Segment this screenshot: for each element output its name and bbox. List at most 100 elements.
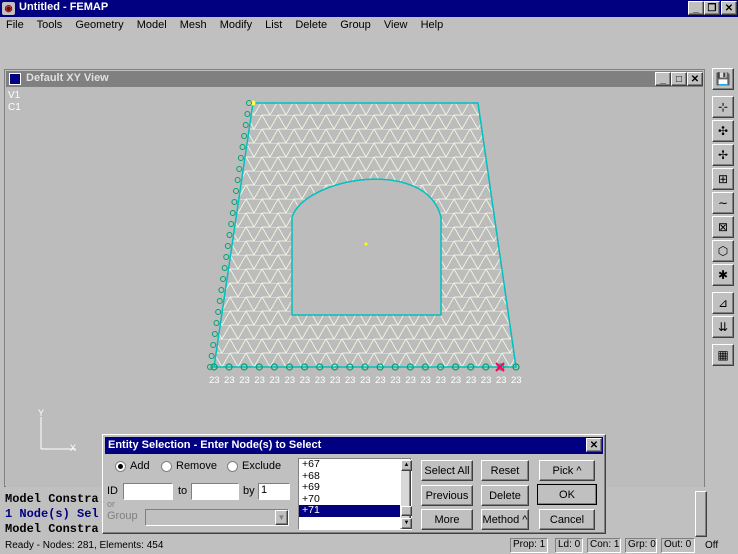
list-scrollbar[interactable]: ▲ ▼ — [400, 459, 412, 529]
scroll-up-icon[interactable]: ▲ — [401, 460, 412, 471]
constraint-marker — [244, 111, 251, 117]
menu-view[interactable]: View — [384, 19, 408, 31]
scroll-down-icon[interactable]: ▼ — [401, 518, 412, 529]
node-label: 23 — [209, 375, 220, 386]
selection-list[interactable]: +67 +68 +69 +70 +71 ▲ ▼ — [298, 458, 412, 530]
constraint-icon[interactable]: ⊿ — [712, 292, 734, 314]
menu-model[interactable]: Model — [137, 19, 167, 31]
view-close-button[interactable]: ✕ — [687, 72, 703, 86]
menu-bar: File Tools Geometry Model Mesh Modify Li… — [6, 19, 453, 35]
node-label: 23 — [480, 375, 492, 386]
constraint-marker — [210, 342, 217, 348]
mesh-icon[interactable]: ✱ — [712, 264, 734, 286]
menu-group[interactable]: Group — [340, 19, 371, 31]
id-from-input[interactable] — [123, 483, 173, 500]
dialog-close-button[interactable]: ✕ — [586, 438, 602, 452]
previous-button[interactable]: Previous — [421, 485, 473, 506]
curve-icon[interactable]: ∼ — [712, 192, 734, 214]
node-label: 23 — [269, 375, 280, 386]
list-item[interactable]: +69 — [299, 481, 411, 494]
reset-button[interactable]: Reset — [481, 460, 529, 481]
node-label: 23 — [420, 375, 431, 386]
app-title-bar: ◉ Untitled - FEMAP _ ❐ ✕ — [0, 0, 738, 17]
constraint-marker — [229, 210, 236, 216]
restore-button[interactable]: ❐ — [704, 1, 720, 15]
solid-tool-icon[interactable]: ⬡ — [712, 240, 734, 262]
view-title: Default XY View — [26, 72, 109, 84]
view-maximize-button[interactable]: □ — [671, 72, 687, 86]
node-label: 23 — [495, 375, 507, 386]
constraint-marker — [216, 298, 223, 304]
id-by-input[interactable]: 1 — [258, 483, 290, 500]
constraint-marker — [237, 155, 244, 161]
menu-mesh[interactable]: Mesh — [180, 19, 207, 31]
method-button[interactable]: Method ^ — [481, 509, 529, 530]
dialog-title-bar: Entity Selection - Enter Node(s) to Sele… — [105, 437, 603, 454]
more-button[interactable]: More — [421, 509, 473, 530]
messages-scrollbar[interactable] — [695, 491, 707, 537]
select-all-button[interactable]: Select All — [421, 460, 473, 481]
node-label: 23 — [329, 375, 341, 386]
constraint-marker — [233, 188, 239, 194]
node-icon[interactable]: ✢ — [712, 144, 734, 166]
mesh-drawing — [40, 100, 520, 450]
list-item[interactable]: +67 — [299, 458, 411, 471]
menu-list[interactable]: List — [265, 19, 282, 31]
menu-tools[interactable]: Tools — [37, 19, 63, 31]
close-button[interactable]: ✕ — [721, 1, 737, 15]
view-title-bar: Default XY View _ □ ✕ — [6, 71, 703, 88]
radio-remove-label: Remove — [176, 460, 217, 472]
node-label: 23 — [239, 375, 250, 386]
cancel-button[interactable]: Cancel — [539, 509, 595, 530]
by-label: by — [243, 485, 255, 497]
load-icon[interactable]: ⇊ — [712, 316, 734, 338]
menu-geometry[interactable]: Geometry — [75, 19, 123, 31]
constraint-marker — [226, 232, 233, 238]
output-icon[interactable]: ▦ — [712, 344, 734, 366]
graphics-canvas[interactable]: V1 C1 23 23 23 23 23 23 23 23 23 23 23 23 23 23 23 23 23… — [6, 87, 704, 487]
radio-remove[interactable]: Remove — [161, 460, 217, 472]
constraint-marker — [242, 122, 249, 128]
menu-file[interactable]: File — [6, 19, 24, 31]
menu-delete[interactable]: Delete — [295, 19, 327, 31]
menu-modify[interactable]: Modify — [220, 19, 252, 31]
node-label: 23 — [375, 375, 386, 386]
list-item[interactable]: +71 — [299, 504, 411, 517]
constraint-marker — [213, 320, 220, 326]
view-minimize-button[interactable]: _ — [655, 72, 671, 86]
femap-app-icon[interactable]: ◉ — [2, 2, 15, 15]
element-icon[interactable]: ⊞ — [712, 168, 734, 190]
node-label: 23 — [254, 375, 265, 386]
node-label: 23 — [465, 375, 477, 386]
constraint-marker — [236, 166, 243, 172]
constraint-marker — [239, 144, 246, 150]
pick-button[interactable]: Pick ^ — [539, 460, 595, 481]
message-line: Model Constra — [5, 492, 99, 506]
id-to-input[interactable] — [191, 483, 239, 500]
group-select[interactable]: ▼ — [145, 509, 289, 526]
point-icon[interactable]: ⊹ — [712, 96, 734, 118]
radio-add[interactable]: Add — [115, 460, 150, 472]
save-icon[interactable]: 💾 — [712, 68, 734, 90]
right-toolbar: 💾 ⊹ ✣ ✢ ⊞ ∼ ⊠ ⬡ ✱ ⊿ ⇊ ▦ — [708, 66, 738, 366]
entity-selection-dialog: Entity Selection - Enter Node(s) to Sele… — [102, 434, 606, 534]
node-label: 23 — [284, 375, 296, 386]
constraint-marker — [224, 243, 231, 249]
scroll-thumb[interactable] — [401, 506, 412, 516]
node-label-row: 23 23 23 23 23 23 23 23 23 23 23 23 23 23 23 23 23 23 23 23… — [209, 375, 529, 387]
node-label: 23 — [450, 375, 462, 386]
constraint-marker — [234, 177, 241, 183]
ok-button[interactable]: OK — [537, 484, 597, 505]
minimize-button[interactable]: _ — [688, 1, 704, 15]
status-group: Grp: 0 — [625, 538, 657, 553]
surface-icon[interactable]: ⊠ — [712, 216, 734, 238]
constraint-marker — [208, 353, 215, 359]
node-label: 23 — [511, 375, 522, 386]
menu-help[interactable]: Help — [421, 19, 444, 31]
node-label: 23 — [435, 375, 447, 386]
radio-exclude[interactable]: Exclude — [227, 460, 281, 472]
axis-label-x: X — [70, 443, 77, 453]
delete-button[interactable]: Delete — [481, 485, 529, 506]
chevron-down-icon[interactable]: ▼ — [275, 510, 288, 525]
curve-point-icon[interactable]: ✣ — [712, 120, 734, 142]
